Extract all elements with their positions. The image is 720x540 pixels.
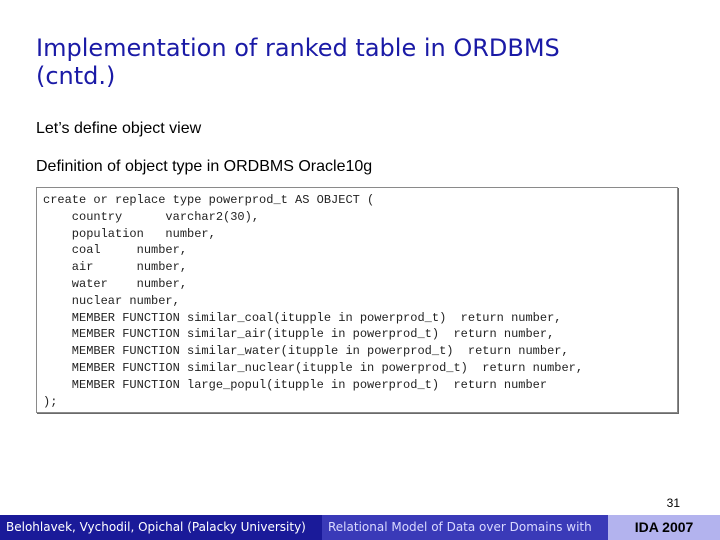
code-line: MEMBER FUNCTION similar_water(itupple in…	[43, 344, 569, 359]
code-line: MEMBER FUNCTION similar_coal(itupple in …	[43, 310, 562, 325]
footer-course-title: Relational Model of Data over Domains wi…	[322, 515, 608, 540]
footer-event: IDA 2007	[634, 519, 694, 535]
code-line: coal number,	[43, 243, 188, 258]
page-number: 31	[666, 496, 680, 510]
code-line: air number,	[43, 260, 188, 275]
code-line: nuclear number,	[43, 293, 180, 308]
footer-bar: Belohlavek, Vychodil, Opichal (Palacky U…	[0, 515, 720, 540]
code-line: MEMBER FUNCTION similar_nuclear(itupple …	[43, 360, 584, 375]
definition-heading: Definition of object type in ORDBMS Orac…	[36, 158, 373, 175]
slide-title: Implementation of ranked table in ORDBMS…	[36, 34, 696, 90]
code-line: );	[43, 394, 58, 409]
code-line: MEMBER FUNCTION large_popul(itupple in p…	[43, 377, 548, 392]
code-line: create or replace type powerprod_t AS OB…	[43, 193, 375, 207]
code-line: country varchar2(30),	[43, 209, 260, 224]
footer-authors: Belohlavek, Vychodil, Opichal (Palacky U…	[0, 515, 322, 540]
subtitle: Let’s define object view	[36, 120, 202, 137]
code-line: population number,	[43, 226, 216, 241]
slide-title-line-1: Implementation of ranked table in ORDBMS	[36, 34, 560, 62]
code-box: create or replace type powerprod_t AS OB…	[36, 187, 678, 413]
code-line: water number,	[43, 276, 188, 291]
code-line: MEMBER FUNCTION similar_air(itupple in p…	[43, 327, 555, 342]
slide-title-line-2: (cntd.)	[36, 62, 116, 90]
